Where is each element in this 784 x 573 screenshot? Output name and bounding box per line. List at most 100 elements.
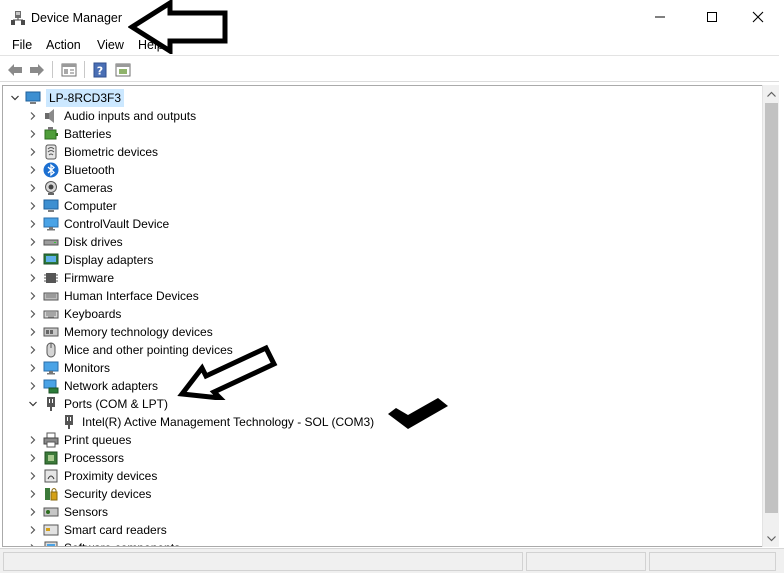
- help-button[interactable]: ?: [90, 60, 110, 79]
- tree-category-row[interactable]: Software components: [27, 539, 180, 546]
- status-cell-main: [3, 552, 523, 571]
- chevron-down-icon[interactable]: [9, 92, 21, 104]
- chevron-right-icon[interactable]: [27, 236, 39, 248]
- maximize-button[interactable]: [689, 0, 735, 34]
- help-icon: ?: [93, 62, 107, 77]
- tree-category-row[interactable]: Human Interface Devices: [27, 287, 199, 305]
- chevron-right-icon[interactable]: [27, 434, 39, 446]
- tree-category-label: Human Interface Devices: [64, 289, 199, 303]
- chevron-right-icon[interactable]: [27, 380, 39, 392]
- back-button[interactable]: [5, 60, 25, 79]
- chevron-right-icon[interactable]: [27, 182, 39, 194]
- tree-category-row[interactable]: Sensors: [27, 503, 108, 521]
- chevron-right-icon[interactable]: [27, 506, 39, 518]
- speaker-icon: [45, 109, 54, 123]
- tree-category-row[interactable]: Security devices: [27, 485, 151, 503]
- chevron-right-icon[interactable]: [27, 128, 39, 140]
- tree-category-row[interactable]: Print queues: [27, 431, 131, 449]
- tree-category-row[interactable]: Batteries: [27, 125, 111, 143]
- tree-category-row[interactable]: Biometric devices: [27, 143, 158, 161]
- chevron-right-icon[interactable]: [27, 290, 39, 302]
- chevron-right-icon[interactable]: [27, 164, 39, 176]
- tree-category-label: Disk drives: [64, 235, 123, 249]
- properties-icon: [61, 63, 77, 76]
- tree-root[interactable]: LP-8RCD3F3: [9, 89, 125, 107]
- tree-category-label: Network adapters: [64, 379, 159, 393]
- chevron-right-icon[interactable]: [27, 254, 39, 266]
- tree-category-label: Monitors: [64, 361, 111, 375]
- tree-category-label: Smart card readers: [64, 523, 167, 537]
- chevron-right-icon[interactable]: [27, 542, 39, 546]
- chevron-right-icon[interactable]: [27, 146, 39, 158]
- chevron-right-icon[interactable]: [27, 218, 39, 230]
- back-arrow-icon: [8, 63, 22, 76]
- chevron-right-icon[interactable]: [27, 452, 39, 464]
- chevron-right-icon[interactable]: [27, 326, 39, 338]
- minimize-button[interactable]: [637, 0, 683, 34]
- device-manager-icon: [11, 11, 25, 25]
- scroll-down-button[interactable]: [763, 530, 780, 547]
- tree-category-row[interactable]: Cameras: [27, 179, 113, 197]
- display-adapter-icon: [43, 253, 59, 265]
- chevron-right-icon[interactable]: [27, 110, 39, 122]
- chevron-right-icon[interactable]: [27, 470, 39, 482]
- tree-category-row[interactable]: Memory technology devices: [27, 323, 213, 341]
- chevron-right-icon[interactable]: [27, 272, 39, 284]
- tree-category-row[interactable]: Monitors: [27, 359, 110, 377]
- scroll-up-button[interactable]: [763, 85, 780, 102]
- tree-category-row[interactable]: Ports (COM & LPT): [27, 395, 168, 413]
- tree-category-row[interactable]: Bluetooth: [27, 161, 115, 179]
- tree-category-label: Audio inputs and outputs: [64, 109, 197, 123]
- tree-root-label: LP-8RCD3F3: [46, 89, 125, 107]
- tree-category-row[interactable]: Disk drives: [27, 233, 123, 251]
- chevron-right-icon[interactable]: [27, 362, 39, 374]
- forward-arrow-icon: [30, 63, 44, 76]
- window-edge: [779, 34, 784, 573]
- tree-device-row[interactable]: Intel(R) Active Management Technology - …: [61, 413, 374, 431]
- chevron-down-icon: [767, 535, 776, 541]
- proximity-icon: [44, 469, 58, 483]
- chevron-right-icon[interactable]: [27, 344, 39, 356]
- tree-category-row[interactable]: Network adapters: [27, 377, 158, 395]
- close-button[interactable]: [735, 0, 781, 34]
- tree-category-row[interactable]: Keyboards: [27, 305, 121, 323]
- tree-category-label: Print queues: [64, 433, 132, 447]
- tree-category-label: Ports (COM & LPT): [64, 397, 169, 411]
- software-icon: [44, 541, 58, 546]
- tree-category-label: Processors: [64, 451, 125, 465]
- tree-category-row[interactable]: Smart card readers: [27, 521, 167, 539]
- toolbar-separator: [52, 61, 53, 78]
- tree-category-label: Batteries: [64, 127, 112, 141]
- bluetooth-icon: [43, 162, 59, 178]
- forward-button[interactable]: [27, 60, 47, 79]
- tree-category-row[interactable]: Display adapters: [27, 251, 153, 269]
- tree-category-label: Bluetooth: [64, 163, 115, 177]
- svg-text:?: ?: [97, 64, 103, 77]
- device-tree[interactable]: LP-8RCD3F3 Audio inputs and outputs Batte…: [2, 85, 762, 547]
- scroll-thumb[interactable]: [765, 103, 778, 513]
- tree-category-row[interactable]: Firmware: [27, 269, 114, 287]
- annotation-check-mark: [388, 398, 448, 429]
- chevron-right-icon[interactable]: [27, 524, 39, 536]
- monitor-icon: [43, 217, 59, 231]
- chevron-right-icon[interactable]: [27, 308, 39, 320]
- menu-file[interactable]: File: [12, 38, 32, 52]
- port-icon: [47, 397, 55, 411]
- chevron-down-icon[interactable]: [27, 398, 39, 410]
- update-driver-button[interactable]: [113, 60, 133, 79]
- tree-category-row[interactable]: Computer: [27, 197, 117, 215]
- properties-button[interactable]: [59, 60, 79, 79]
- tree-category-label: Keyboards: [64, 307, 122, 321]
- sensor-icon: [43, 507, 59, 517]
- vertical-scrollbar[interactable]: [762, 85, 779, 547]
- chevron-right-icon[interactable]: [27, 200, 39, 212]
- tree-category-row[interactable]: ControlVault Device: [27, 215, 169, 233]
- annotation-arrow-ports: [177, 344, 278, 400]
- tree-category-label: Software components: [64, 539, 180, 546]
- menu-view[interactable]: View: [97, 38, 124, 52]
- tree-category-row[interactable]: Proximity devices: [27, 467, 157, 485]
- chevron-right-icon[interactable]: [27, 488, 39, 500]
- tree-category-row[interactable]: Audio inputs and outputs: [27, 107, 196, 125]
- menu-action[interactable]: Action: [46, 38, 81, 52]
- tree-category-row[interactable]: Processors: [27, 449, 124, 467]
